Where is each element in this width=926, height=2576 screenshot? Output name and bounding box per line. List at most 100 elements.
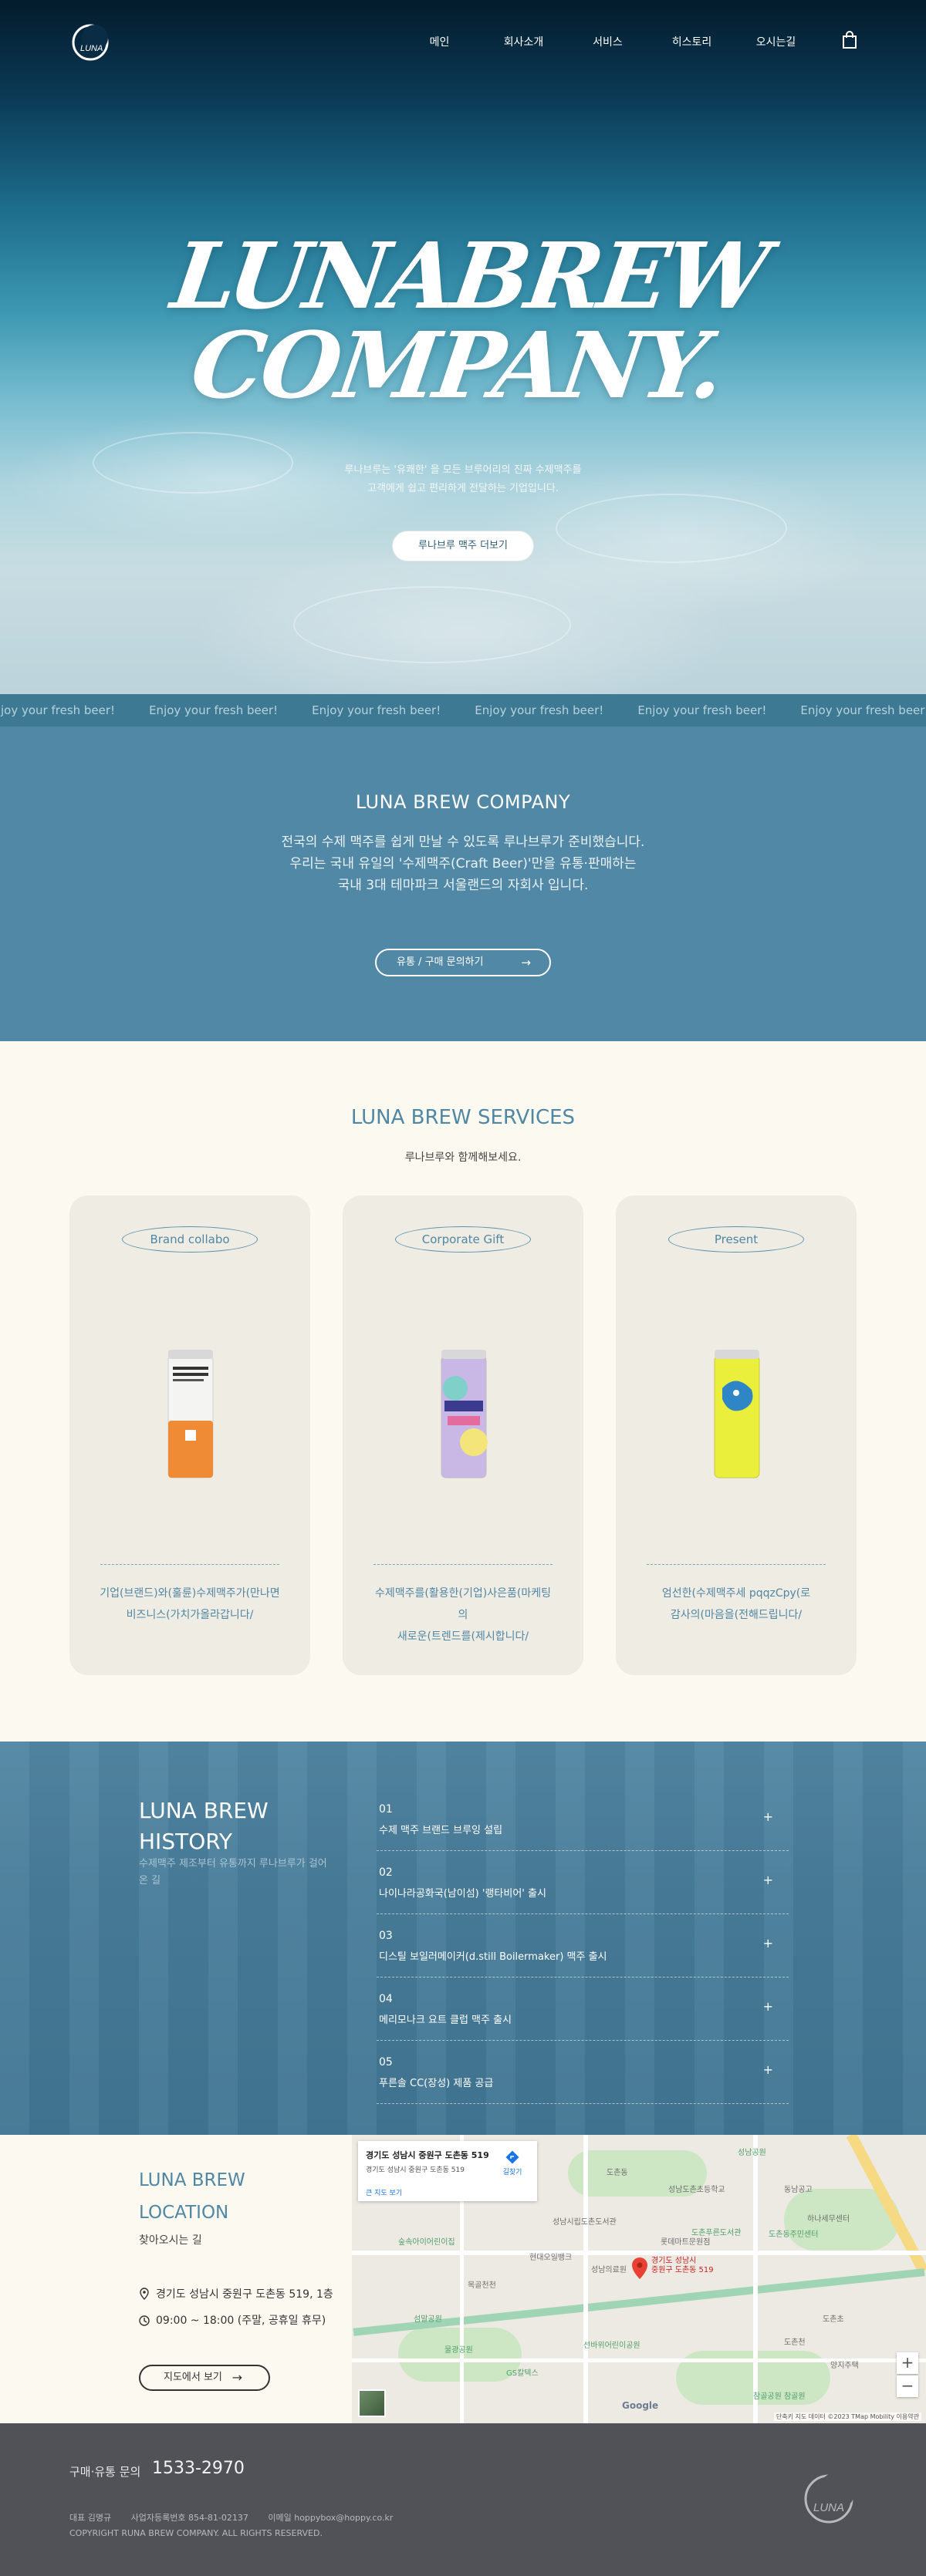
location-subtitle: 찾아오시는 길 xyxy=(139,2234,202,2247)
hero-title-line1: LUNABREW xyxy=(165,222,773,329)
map-label: 목골천천 xyxy=(468,2281,496,2290)
map-label: 참골공원 참골원 xyxy=(753,2392,806,2401)
map-label: 물광공원 xyxy=(444,2346,473,2355)
service-card-description: 기업(브랜드)와(훌륜)수제맥주가(만나면 비즈니스(가치가올라갑니다/ xyxy=(91,1583,289,1626)
hero-description: 루나브루는 '유쾌한' 을 모든 브루어리의 진짜 수제맥주를 고객에게 쉽고 … xyxy=(0,461,926,498)
map-marker-icon xyxy=(632,2257,647,2279)
service-desc-line: 수제맥주를(활용한(기업)사은품(마케팅 xyxy=(375,1587,551,1600)
about-description: 전국의 수제 맥주를 쉽게 만날 수 있도록 루나브루가 준비했습니다. 우리는… xyxy=(0,831,926,896)
hero-title: LUNABREW COMPANY. xyxy=(0,222,926,419)
svg-text:LUNA: LUNA xyxy=(813,2501,844,2514)
service-card-label: Corporate Gift xyxy=(395,1226,531,1253)
service-card-label: Present xyxy=(668,1226,804,1253)
history-item[interactable]: 02 나이나라공화국(남이섬) '랭타비어' 출시 + xyxy=(377,1851,789,1914)
divider xyxy=(100,1564,279,1565)
hours-text: 09:00 ~ 18:00 (주말, 공휴일 휴무) xyxy=(156,2315,326,2327)
clock-icon xyxy=(139,2315,150,2326)
about-section: LUNA BREW COMPANY 전국의 수제 맥주를 쉽게 만날 수 있도록… xyxy=(0,727,926,1041)
service-card-label: Brand collabo xyxy=(122,1226,258,1253)
water-caustic xyxy=(293,586,571,663)
business-number: 사업자등록번호 854-81-02137 xyxy=(130,2513,248,2523)
service-desc-line: 비즈니스(가치가올라갑니다/ xyxy=(126,1609,254,1621)
service-card-brand-collabo[interactable]: Brand collabo 기업(브랜드)와(훌륜)수제맥주가(만나면 비즈니스… xyxy=(69,1195,310,1675)
map-pin-label-line: 중원구 도촌동 519 xyxy=(651,2266,714,2274)
map-road xyxy=(753,2135,758,2423)
history-item-number: 02 xyxy=(379,1866,393,1879)
beer-can-lager-image xyxy=(441,1350,488,1479)
divider xyxy=(647,1564,826,1565)
service-card-description: 엄선한(수제맥주세 pqqzCpy(로 감사의(마음을(전해드립니다/ xyxy=(637,1583,835,1626)
map-label: 현대오일뱅크 xyxy=(529,2254,573,2262)
about-line2: 우리는 국내 유일의 '수제맥주(Craft Beer)'만을 유통·판매하는 xyxy=(289,856,637,872)
svg-text:LUNA: LUNA xyxy=(80,44,103,53)
menu-item-history[interactable]: 히스토리 xyxy=(650,34,734,49)
inquiry-button[interactable]: 유통 / 구매 문의하기 → xyxy=(375,949,551,976)
beer-can-orange-image xyxy=(167,1350,214,1479)
plus-icon[interactable]: + xyxy=(763,1999,773,2014)
services-subtitle: 루나브루와 함께해보세요. xyxy=(404,1151,522,1164)
history-list: 01 수제 맥주 브랜드 브루잉 설립 + 02 나이나라공화국(남이섬) '랭… xyxy=(377,1788,789,2104)
view-map-button[interactable]: 지도에서 보기 → xyxy=(139,2365,270,2391)
luna-footer-logo: LUNA xyxy=(804,2473,855,2524)
satellite-toggle[interactable] xyxy=(358,2389,386,2417)
map-info-title: 경기도 성남시 중원구 도촌동 519 xyxy=(366,2150,489,2160)
service-card-corporate-gift[interactable]: Corporate Gift 수제맥주를(활용한(기업)사은품(마케팅 의 새로… xyxy=(343,1195,583,1675)
shopping-bag-icon[interactable] xyxy=(841,31,858,49)
location-title: LUNA BREW LOCATION xyxy=(139,2164,245,2229)
history-item[interactable]: 05 푸른솔 CC(장성) 제품 공급 + xyxy=(377,2041,789,2104)
map-label: 도촌동 xyxy=(607,2169,628,2177)
map-road xyxy=(352,2251,926,2255)
hero-title-line2: COMPANY. xyxy=(184,312,729,419)
google-map[interactable]: 성남공원 도촌동 성남도촌초등학교 동남공고 도촌동주민센터 하나세무센터 롯데… xyxy=(352,2135,926,2423)
history-item-text: 수제 맥주 브랜드 브루잉 설립 xyxy=(379,1825,503,1836)
history-item[interactable]: 04 메리모나크 요트 클럽 맥주 출시 + xyxy=(377,1978,789,2041)
location-title-line2: LOCATION xyxy=(139,2203,229,2223)
marquee-banner: Enjoy your fresh beer! Enjoy your fresh b… xyxy=(0,694,926,727)
larger-map-link[interactable]: 큰 지도 보기 xyxy=(366,2187,402,2197)
marquee-text: Enjoy your fresh beer! xyxy=(312,703,441,717)
service-card-present[interactable]: Present 엄선한(수제맥주세 pqqzCpy(로 감사의(마음을(전해드립… xyxy=(616,1195,857,1675)
map-label: 도촌천 xyxy=(784,2338,806,2347)
service-desc-line: 의 xyxy=(458,1609,468,1621)
map-label: 하나세무센터 xyxy=(807,2215,850,2224)
menu-item-main[interactable]: 메인 xyxy=(397,34,482,49)
marquee-text: Enjoy your fresh beer! xyxy=(800,703,926,717)
plus-icon[interactable]: + xyxy=(763,1809,773,1824)
map-info-address: 경기도 성남시 중원구 도촌동 519 xyxy=(366,2166,465,2174)
luna-logo[interactable]: LUNA xyxy=(69,22,110,62)
history-item-number: 01 xyxy=(379,1803,393,1816)
zoom-in-button[interactable]: + xyxy=(897,2352,918,2374)
plus-icon[interactable]: + xyxy=(763,2062,773,2077)
marquee-text: Enjoy your fresh beer! xyxy=(0,703,116,717)
marquee-text: Enjoy your fresh beer! xyxy=(475,703,604,717)
inquiry-button-label: 유통 / 구매 문의하기 xyxy=(397,956,484,968)
about-title: LUNA BREW COMPANY xyxy=(355,791,571,813)
zoom-out-button[interactable]: − xyxy=(897,2375,918,2397)
contact-phone[interactable]: 1533-2970 xyxy=(152,2459,245,2478)
plus-icon[interactable]: + xyxy=(763,1873,773,1887)
menu-item-about[interactable]: 회사소개 xyxy=(482,34,566,49)
directions-button[interactable]: 길찾기 xyxy=(498,2150,526,2176)
more-beer-button[interactable]: 루나브루 맥주 더보기 xyxy=(392,531,534,561)
plus-icon[interactable]: + xyxy=(763,1936,773,1951)
directions-icon xyxy=(505,2150,519,2164)
service-card-description: 수제맥주를(활용한(기업)사은품(마케팅 의 새로운(트렌드를(제시합니다/ xyxy=(364,1583,562,1647)
beer-can-yellow-image xyxy=(714,1350,760,1479)
map-label: 양지주택 xyxy=(830,2362,859,2370)
map-info-window: 경기도 성남시 중원구 도촌동 519 경기도 성남시 중원구 도촌동 519 … xyxy=(358,2141,537,2201)
menu-item-services[interactable]: 서비스 xyxy=(566,34,650,49)
history-item-number: 05 xyxy=(379,2056,393,2069)
marquee-text: Enjoy your fresh beer! xyxy=(637,703,767,717)
menu-item-location[interactable]: 오시는길 xyxy=(734,34,818,49)
history-item-number: 04 xyxy=(379,1993,393,2005)
map-label: 도촌초 xyxy=(823,2315,844,2324)
history-item[interactable]: 03 디스틸 보일러메이커(d.still Boilermaker) 맥주 출시… xyxy=(377,1914,789,1978)
map-label: 선바위어린이공원 xyxy=(583,2342,640,2350)
map-label: 도촌푸른도서관 xyxy=(691,2229,742,2237)
map-label: 성남의료원 xyxy=(591,2266,627,2274)
company-info: 대표 김명규 사업자등록번호 854-81-02137 이메일 hoppybox… xyxy=(69,2511,410,2524)
arrow-right-icon: → xyxy=(231,2370,242,2385)
map-label: 섬말공원 xyxy=(414,2315,442,2324)
hero-desc-line2: 고객에게 쉽고 편리하게 전달하는 기업입니다. xyxy=(367,483,559,494)
history-item[interactable]: 01 수제 맥주 브랜드 브루잉 설립 + xyxy=(377,1788,789,1851)
